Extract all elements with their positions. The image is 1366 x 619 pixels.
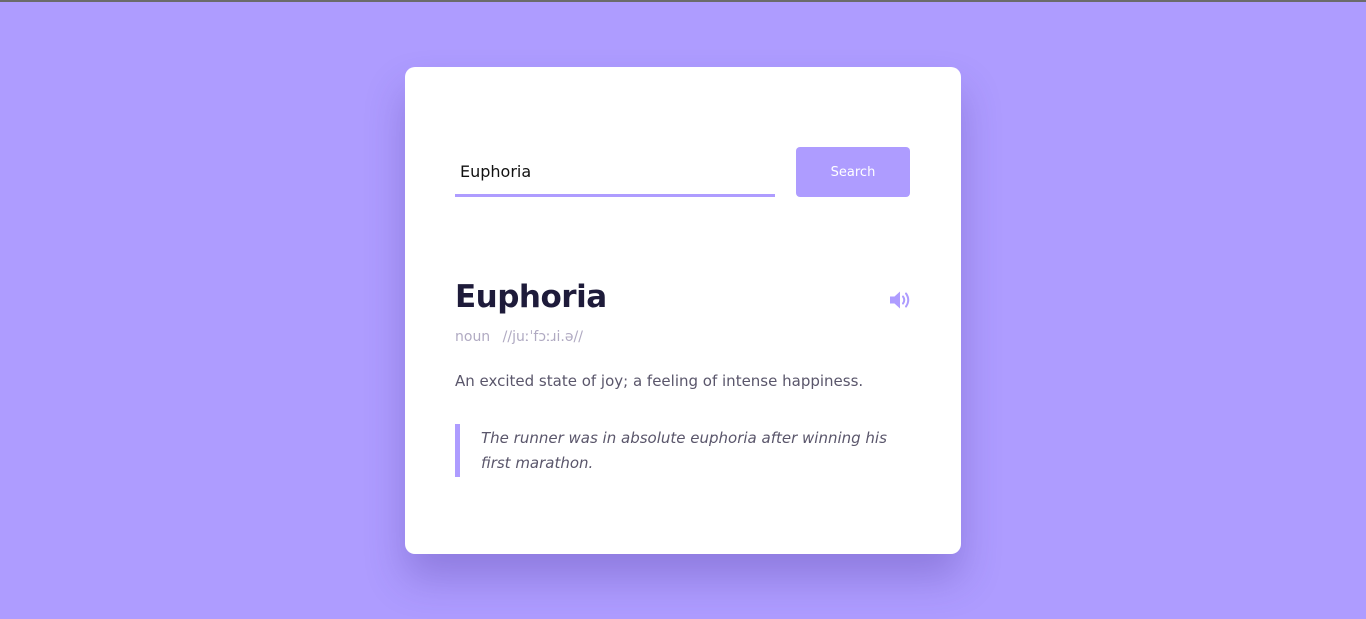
dictionary-card: Search Euphoria noun //juːˈfɔːɹi.ə// An …	[405, 67, 961, 554]
example-quote: The runner was in absolute euphoria afte…	[455, 424, 915, 477]
search-input[interactable]	[455, 147, 775, 197]
speaker-volume-icon[interactable]	[889, 289, 913, 311]
window-top-border	[0, 0, 1366, 2]
phonetic: //juːˈfɔːɹi.ə//	[502, 329, 583, 345]
search-row: Search	[455, 147, 910, 197]
part-of-speech: noun	[455, 329, 491, 345]
word-details: noun //juːˈfɔːɹi.ə//	[455, 329, 583, 345]
definition-text: An excited state of joy; a feeling of in…	[455, 372, 864, 390]
word-title: Euphoria	[455, 279, 607, 315]
search-button[interactable]: Search	[796, 147, 910, 197]
